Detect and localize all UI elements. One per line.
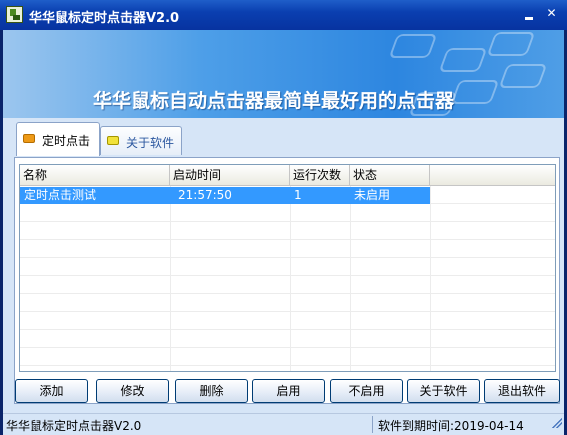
- tab-bullet-icon: [107, 136, 119, 145]
- resize-grip-icon[interactable]: [552, 418, 562, 428]
- tab-about[interactable]: 关于软件: [100, 126, 182, 155]
- hex-decoration: [450, 80, 500, 104]
- hex-decoration: [438, 48, 488, 72]
- column-header-name[interactable]: 名称: [20, 165, 170, 186]
- tab-panel: 名称 启动时间 运行次数 状态 定时点击测试 21:57:50 1 未启用: [14, 157, 560, 404]
- app-window: 华华鼠标定时点击器V2.0 ✕ 华华鼠标自动点击器最简单最好用的点击器 关于软件…: [0, 0, 567, 435]
- banner-slogan: 华华鼠标自动点击器最简单最好用的点击器: [93, 90, 455, 112]
- status-bar: 华华鼠标定时点击器V2.0 软件到期时间:2019-04-14: [3, 413, 564, 435]
- tab-bullet-icon: [23, 134, 35, 143]
- minimize-button[interactable]: [520, 6, 537, 23]
- about-button[interactable]: 关于软件: [407, 379, 480, 403]
- edit-button[interactable]: 修改: [96, 379, 169, 403]
- enable-button[interactable]: 启用: [252, 379, 325, 403]
- add-button[interactable]: 添加: [15, 379, 88, 403]
- window-title: 华华鼠标定时点击器V2.0: [29, 11, 180, 26]
- status-app-name: 华华鼠标定时点击器V2.0: [6, 419, 142, 433]
- task-list[interactable]: 名称 启动时间 运行次数 状态 定时点击测试 21:57:50 1 未启用: [19, 164, 556, 372]
- column-header-start-time[interactable]: 启动时间: [170, 165, 290, 186]
- button-bar: 添加 修改 删除 启用 不启用 关于软件 退出软件: [3, 379, 564, 405]
- status-expiry: 软件到期时间:2019-04-14: [378, 419, 524, 433]
- close-button[interactable]: ✕: [543, 6, 560, 23]
- hex-decoration: [486, 32, 536, 56]
- close-icon: ✕: [546, 6, 557, 20]
- cell-run-count: 1: [294, 188, 302, 202]
- disable-button[interactable]: 不启用: [330, 379, 403, 403]
- hex-decoration: [498, 64, 548, 88]
- tab-label: 定时点击: [42, 134, 91, 148]
- column-header-status[interactable]: 状态: [350, 165, 430, 186]
- title-bar[interactable]: 华华鼠标定时点击器V2.0 ✕: [0, 0, 567, 30]
- cell-name: 定时点击测试: [24, 188, 97, 202]
- cell-start-time: 21:57:50: [178, 188, 232, 202]
- tab-label: 关于软件: [126, 136, 175, 150]
- hex-decoration: [388, 34, 438, 58]
- list-item[interactable]: 定时点击测试 21:57:50 1 未启用: [20, 187, 430, 204]
- tab-strip: 关于软件 定时点击: [3, 122, 564, 158]
- cell-status: 未启用: [354, 188, 391, 202]
- column-header-run-count[interactable]: 运行次数: [290, 165, 350, 186]
- list-header: 名称 启动时间 运行次数 状态: [20, 165, 555, 186]
- banner: 华华鼠标自动点击器最简单最好用的点击器: [3, 30, 564, 118]
- delete-button[interactable]: 删除: [175, 379, 248, 403]
- app-icon: [6, 6, 23, 23]
- minimize-icon: [525, 17, 533, 20]
- client-area: 华华鼠标自动点击器最简单最好用的点击器 关于软件 定时点击 名称 启动时间 运行…: [3, 30, 564, 435]
- status-divider: [372, 416, 373, 433]
- exit-button[interactable]: 退出软件: [484, 379, 560, 403]
- tab-timed-click[interactable]: 定时点击: [16, 122, 100, 156]
